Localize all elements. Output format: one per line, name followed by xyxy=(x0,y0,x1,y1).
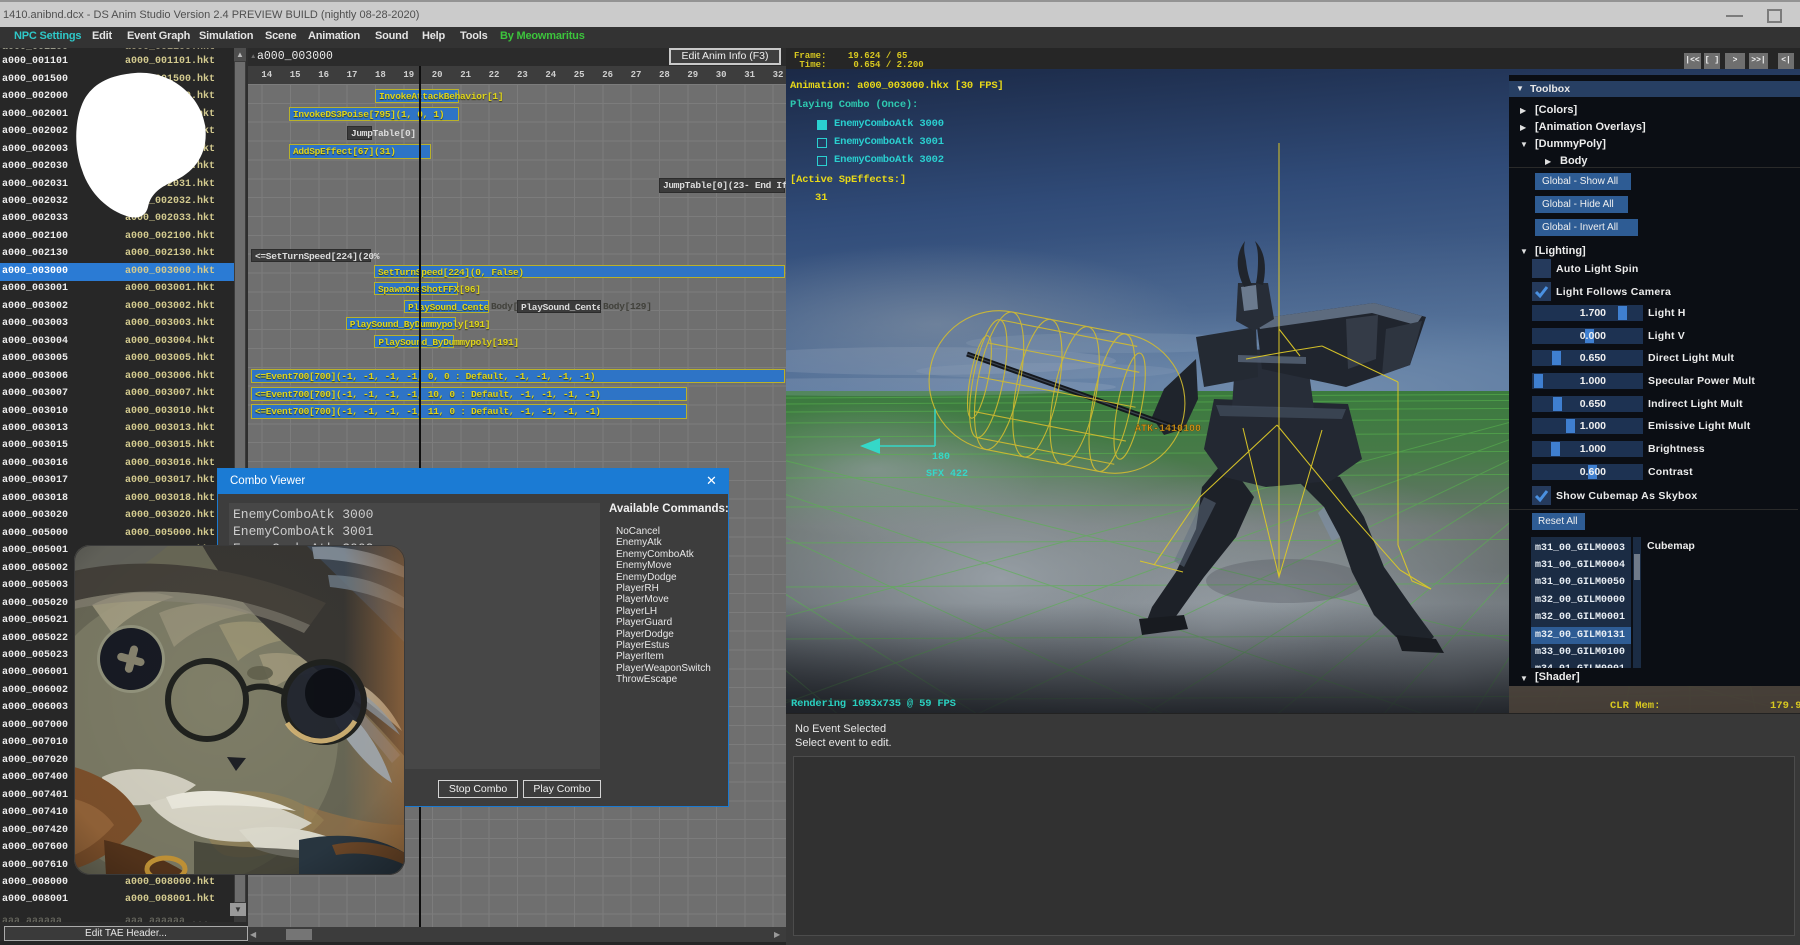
svg-text:ATK-1410100: ATK-1410100 xyxy=(1135,424,1201,435)
svg-text:180: 180 xyxy=(932,452,950,463)
svg-text:SFX 422: SFX 422 xyxy=(926,469,968,480)
